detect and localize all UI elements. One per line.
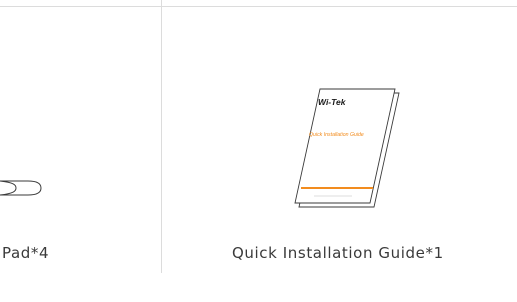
item-caption-pad: Pad*4 <box>2 244 50 262</box>
item-cell-guide: Wi-Tek Quick Installation Guide Quick In… <box>162 7 517 273</box>
booklet-title: Quick Installation Guide <box>309 132 364 138</box>
booklet-brand: Wi-Tek <box>318 97 347 107</box>
item-caption-guide: Quick Installation Guide*1 <box>232 244 444 262</box>
pad-illustration <box>0 180 42 196</box>
quick-installation-guide-booklet: Wi-Tek Quick Installation Guide <box>294 88 400 208</box>
item-cell-pad: Pad*4 <box>0 7 161 273</box>
